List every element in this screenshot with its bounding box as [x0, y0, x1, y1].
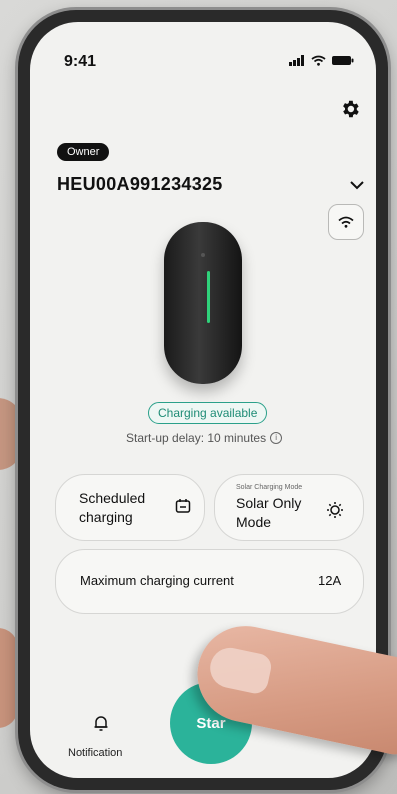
wifi-icon	[338, 216, 354, 228]
charger-dot	[201, 253, 205, 257]
owner-badge: Owner	[57, 143, 110, 161]
sun-icon	[327, 502, 343, 518]
calendar-icon	[175, 499, 191, 513]
status-icons	[289, 55, 354, 66]
charging-status-badge: Charging available	[148, 402, 268, 424]
info-icon[interactable]: i	[270, 432, 283, 444]
wifi-button[interactable]	[328, 204, 364, 240]
hand-left-lower	[0, 628, 18, 728]
scheduled-line2: charging	[79, 509, 133, 525]
solar-line2: Mode	[236, 514, 272, 530]
max-current-value: 12A	[318, 573, 342, 588]
notification-label[interactable]: Notification	[68, 747, 122, 759]
solar-mode-label: Solar Only Mode	[236, 494, 316, 532]
max-current-label: Maximum charging current	[80, 573, 234, 588]
startup-delay: Start-up delay: 10 minutes i	[126, 431, 283, 445]
wifi-status-icon	[311, 55, 326, 66]
device-id: HEU00A991234325	[57, 174, 223, 194]
chevron-down-icon[interactable]	[349, 179, 365, 191]
scheduled-line1: Scheduled	[79, 490, 146, 506]
gear-icon[interactable]	[339, 98, 361, 120]
scheduled-charging-label: Scheduled charging	[79, 489, 159, 527]
startup-delay-text: Start-up delay: 10 minutes	[126, 431, 267, 445]
solar-line1: Solar Only	[236, 495, 302, 511]
bell-icon[interactable]	[93, 714, 109, 732]
battery-icon	[332, 56, 354, 65]
charger-image	[164, 222, 242, 384]
charger-led	[207, 271, 210, 323]
signal-icon	[289, 55, 304, 66]
status-time: 9:41	[64, 53, 97, 70]
solar-mode-caption: Solar Charging Mode	[236, 484, 303, 491]
